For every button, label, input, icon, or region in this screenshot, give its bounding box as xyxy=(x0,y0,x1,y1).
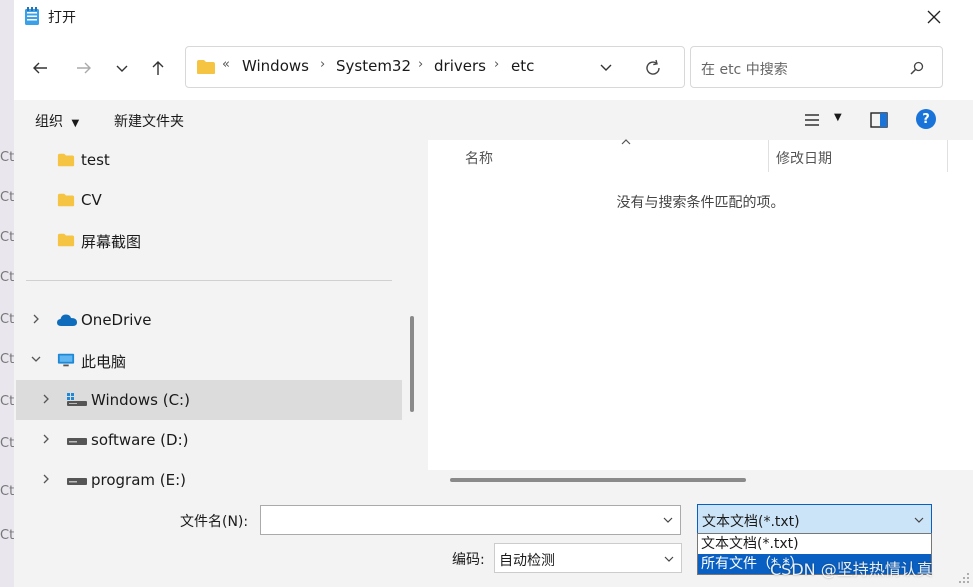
sidebar-item-label: software (D:) xyxy=(91,431,189,449)
drive-icon xyxy=(67,438,87,445)
folder-icon xyxy=(57,233,75,247)
column-divider[interactable] xyxy=(947,140,948,172)
recent-locations-button[interactable] xyxy=(106,52,138,84)
sidebar-item-label: 屏幕截图 xyxy=(81,233,142,251)
preview-pane-icon xyxy=(870,112,888,128)
sidebar-item-onedrive[interactable]: OneDrive xyxy=(16,300,402,340)
caret-down-icon: ▼ xyxy=(71,118,80,129)
close-button[interactable] xyxy=(914,2,954,32)
organize-label: 组织 xyxy=(35,114,63,130)
folder-icon xyxy=(57,153,75,167)
sidebar-item-label: 此电脑 xyxy=(81,353,127,371)
chevron-right-icon[interactable] xyxy=(40,392,52,406)
notepad-icon xyxy=(25,7,39,25)
sidebar-item-cv[interactable]: CV xyxy=(16,180,402,220)
breadcrumb-separator[interactable]: › xyxy=(320,57,325,72)
arrow-up-icon xyxy=(152,61,164,75)
filename-field[interactable] xyxy=(260,505,681,535)
sidebar-item-label: OneDrive xyxy=(81,311,152,329)
column-header-name[interactable]: 名称 xyxy=(465,148,493,168)
breadcrumb-system32[interactable]: System32 xyxy=(336,57,411,75)
arrow-right-icon xyxy=(77,62,91,74)
file-type-select[interactable]: 文本文档(*.txt) xyxy=(697,504,932,534)
navigation-pane-scrollbar[interactable] xyxy=(410,316,414,412)
search-placeholder: 在 etc 中搜索 xyxy=(701,62,788,78)
sidebar-item-label: program (E:) xyxy=(91,471,187,489)
breadcrumb-etc[interactable]: etc xyxy=(511,57,534,75)
navigation-bar: « Windows › System32 › drivers › etc 在 e… xyxy=(14,34,973,100)
column-header-date-modified[interactable]: 修改日期 xyxy=(776,148,832,168)
horizontal-scrollbar[interactable] xyxy=(428,470,973,492)
horizontal-scrollbar-thumb[interactable] xyxy=(450,478,746,482)
background-app-strip: Ctr Ctr Ctr Ctr Ctr Ctr Ctr Ctr Ctr Ctr xyxy=(0,0,20,587)
up-button[interactable] xyxy=(142,52,174,84)
organize-menu-button[interactable]: 组织 ▼ xyxy=(35,111,79,131)
encoding-label: 编码: xyxy=(452,552,485,568)
sidebar-item-windows-c[interactable]: Windows (C:) xyxy=(16,380,402,420)
file-type-option[interactable]: 文本文档(*.txt) xyxy=(698,534,931,554)
sidebar-item-label: test xyxy=(81,151,110,169)
chevron-right-icon[interactable] xyxy=(40,472,52,486)
folder-icon xyxy=(197,60,215,74)
sidebar-item-this-pc[interactable]: 此电脑 xyxy=(16,340,402,380)
file-type-value: 文本文档(*.txt) xyxy=(702,514,800,530)
breadcrumb-overflow[interactable]: « xyxy=(222,57,230,72)
chevron-down-icon xyxy=(664,556,674,562)
address-bar[interactable]: « Windows › System32 › drivers › etc xyxy=(185,46,685,88)
command-bar: 组织 ▼ 新建文件夹 ▼ ? xyxy=(14,100,973,140)
breadcrumb-separator[interactable]: › xyxy=(418,57,423,72)
caret-down-icon: ▼ xyxy=(834,112,842,123)
navigation-pane[interactable]: test CV 屏幕截图 OneDrive 此电脑 Windows (C:) s… xyxy=(14,140,402,492)
search-input[interactable]: 在 etc 中搜索 xyxy=(690,46,943,88)
column-divider[interactable] xyxy=(768,140,769,172)
chevron-down-icon xyxy=(116,65,128,72)
chevron-down-icon xyxy=(914,517,924,523)
new-folder-button[interactable]: 新建文件夹 xyxy=(114,111,184,131)
sidebar-item-test[interactable]: test xyxy=(16,140,402,180)
window-title: 打开 xyxy=(48,10,76,26)
view-options-button[interactable]: ▼ xyxy=(804,110,844,130)
preview-pane-button[interactable] xyxy=(870,110,890,130)
question-mark-icon: ? xyxy=(922,111,930,127)
title-bar[interactable]: 打开 xyxy=(14,0,973,34)
arrow-left-icon xyxy=(33,62,47,74)
back-button[interactable] xyxy=(24,52,56,84)
filename-label: 文件名(N): xyxy=(180,514,249,530)
sidebar-item-label: Windows (C:) xyxy=(91,391,190,409)
resize-grip-icon[interactable] xyxy=(958,572,970,584)
list-view-icon xyxy=(805,114,819,126)
breadcrumb-windows[interactable]: Windows xyxy=(242,57,309,75)
cloud-icon xyxy=(57,314,77,326)
sidebar-divider xyxy=(26,280,392,281)
breadcrumb-drivers[interactable]: drivers xyxy=(434,57,486,75)
new-folder-label: 新建文件夹 xyxy=(114,114,184,130)
sidebar-item-software-d[interactable]: software (D:) xyxy=(16,420,402,460)
encoding-select[interactable]: 自动检测 xyxy=(494,543,682,573)
sidebar-item-screenshots[interactable]: 屏幕截图 xyxy=(16,220,402,260)
close-icon xyxy=(927,10,941,24)
search-icon xyxy=(910,61,924,75)
chevron-down-icon[interactable] xyxy=(30,352,42,366)
help-button[interactable]: ? xyxy=(916,109,936,129)
chevron-right-icon[interactable] xyxy=(40,432,52,446)
chevron-down-icon[interactable] xyxy=(662,514,674,526)
breadcrumb-separator[interactable]: › xyxy=(494,57,499,72)
sidebar-item-program-e[interactable]: program (E:) xyxy=(16,460,402,492)
folder-icon xyxy=(57,193,75,207)
empty-results-message: 没有与搜索条件匹配的项。 xyxy=(616,195,785,211)
sort-ascending-icon xyxy=(621,139,631,145)
forward-button[interactable] xyxy=(68,52,100,84)
sidebar-item-label: CV xyxy=(81,191,102,209)
refresh-icon[interactable] xyxy=(644,59,662,77)
chevron-right-icon[interactable] xyxy=(30,312,42,326)
open-file-dialog: 打开 « Windows › System32 › drivers › etc … xyxy=(14,0,973,587)
file-list-pane[interactable]: 名称 修改日期 没有与搜索条件匹配的项。 xyxy=(428,139,973,492)
encoding-value: 自动检测 xyxy=(499,553,555,569)
drive-icon xyxy=(67,478,87,485)
watermark: CSDN @坚持热情认真 xyxy=(770,560,933,579)
windows-drive-icon xyxy=(67,393,87,406)
computer-icon xyxy=(57,353,75,367)
address-history-chevron-icon[interactable] xyxy=(598,59,614,75)
